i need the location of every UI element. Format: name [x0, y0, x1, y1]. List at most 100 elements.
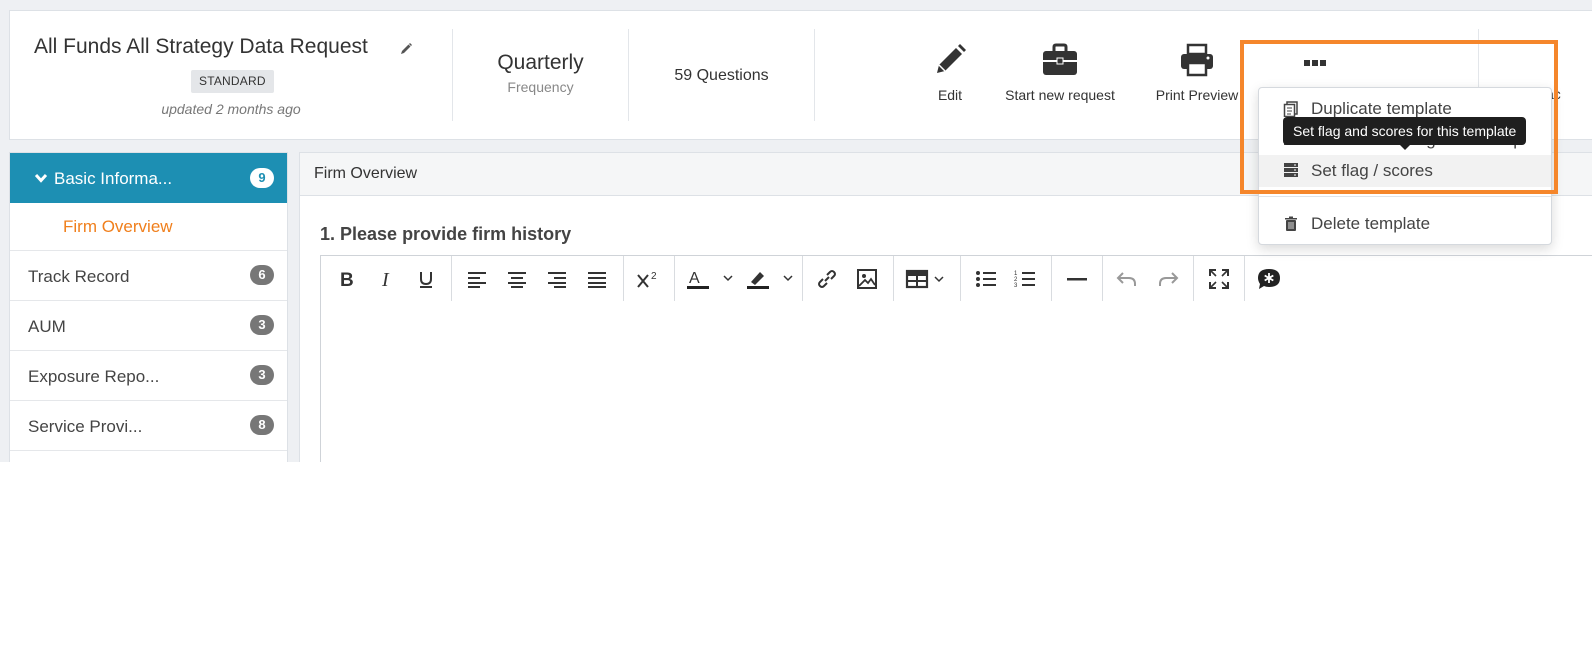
numbered-list-button[interactable]: 123 [1012, 266, 1038, 292]
pencil-icon [937, 44, 966, 73]
print-preview-button[interactable]: Print Preview [1147, 43, 1247, 103]
questions-block: 59 Questions [629, 11, 814, 139]
printer-icon [1181, 43, 1213, 77]
align-left-button[interactable] [464, 266, 490, 292]
align-right-icon [548, 272, 566, 288]
sidebar-item-label: Track Record [28, 267, 130, 286]
align-center-icon [508, 272, 526, 288]
edit-button[interactable]: Edit [920, 43, 980, 103]
section-title: Firm Overview [314, 165, 418, 182]
horizontal-rule-button[interactable] [1064, 266, 1090, 292]
svg-text:B: B [340, 270, 354, 289]
menu-divider [1259, 196, 1551, 197]
italic-button[interactable]: I [373, 266, 399, 292]
font-color-icon: A [687, 270, 733, 289]
font-color-button[interactable]: A [685, 266, 735, 292]
sidebar-item-basic-information[interactable]: Basic Informa... 9 [10, 153, 287, 203]
sidebar-item-label: Basic Informa... [54, 169, 173, 188]
question-count-badge: 3 [250, 315, 274, 335]
align-left-icon [468, 272, 486, 288]
print-preview-label: Print Preview [1155, 87, 1239, 103]
bulleted-list-button[interactable] [973, 266, 999, 292]
sidebar-item-service-providers[interactable]: Service Provi... 8 [10, 401, 287, 451]
sidebar-item-track-record[interactable]: Track Record 6 [10, 251, 287, 301]
redo-icon [1159, 272, 1179, 286]
sidebar-item-exposure-reporting[interactable]: Exposure Repo... 3 [10, 351, 287, 401]
rich-text-editor[interactable] [320, 301, 1592, 462]
menu-item-label: Delete template [1311, 214, 1431, 233]
updated-timestamp: updated 2 months ago [161, 101, 301, 117]
svg-text:I: I [381, 269, 390, 289]
undo-button[interactable] [1114, 266, 1140, 292]
insert-link-button[interactable] [814, 266, 840, 292]
sidebar-item-label: Exposure Repo... [28, 367, 160, 386]
toolbar-divider [960, 256, 961, 302]
sidebar-item-label: AUM [28, 317, 66, 336]
question-count-badge: 3 [250, 365, 274, 385]
fullscreen-button[interactable] [1206, 266, 1232, 292]
fullscreen-icon [1209, 269, 1229, 289]
comment-asterisk-icon [1258, 269, 1280, 289]
template-title: All Funds All Strategy Data Request [34, 35, 368, 58]
pencil-icon[interactable] [399, 42, 413, 56]
undo-icon [1116, 272, 1136, 286]
justify-button[interactable] [584, 266, 610, 292]
frequency-block: Quarterly Frequency [453, 11, 628, 139]
sidebar-item-aum[interactable]: AUM 3 [10, 301, 287, 351]
highlight-color-button[interactable] [745, 266, 795, 292]
question-text: 1. Please provide firm history [320, 224, 572, 244]
svg-text:2: 2 [651, 271, 657, 282]
insert-image-button[interactable] [854, 266, 880, 292]
sidebar-item-label: Service Provi... [28, 417, 143, 436]
question-count-badge: 8 [250, 415, 274, 435]
question-count: 59 Questions [674, 67, 769, 84]
title-block: All Funds All Strategy Data Request STAN… [10, 11, 452, 139]
align-justify-icon [588, 272, 606, 288]
image-icon [857, 269, 877, 289]
comment-button[interactable] [1256, 266, 1282, 292]
trash-icon [1285, 216, 1297, 231]
sidebar-subitem-firm-overview[interactable]: Firm Overview [10, 203, 287, 251]
frequency-label: Frequency [507, 79, 574, 95]
insert-table-button[interactable] [905, 266, 951, 292]
underline-icon [420, 272, 432, 288]
toolbar-divider [1051, 256, 1052, 302]
edit-label: Edit [937, 87, 963, 103]
frequency-value: Quarterly [497, 51, 584, 74]
superscript-button[interactable]: 2 [635, 266, 661, 292]
question-count-badge: 9 [250, 168, 274, 188]
briefcase-icon [1043, 43, 1077, 75]
menu-item-delete-template[interactable]: Delete template [1259, 209, 1551, 239]
bold-button[interactable]: B [333, 266, 359, 292]
bulleted-list-icon [976, 271, 996, 287]
start-new-request-label: Start new request [1005, 87, 1115, 103]
toolbar-divider [1102, 256, 1103, 302]
toolbar-divider [674, 256, 675, 302]
horizontal-rule-icon [1067, 278, 1087, 281]
numbered-list-icon: 123 [1014, 271, 1035, 289]
svg-text:A: A [689, 270, 700, 287]
italic-icon: I [381, 269, 390, 289]
redo-button[interactable] [1155, 266, 1181, 292]
app-window: All Funds All Strategy Data Request STAN… [0, 0, 1592, 462]
bold-icon: B [340, 270, 354, 289]
toolbar-divider [1193, 256, 1194, 302]
section-sidebar: Basic Informa... 9 Firm Overview Track R… [9, 152, 288, 462]
standard-badge: STANDARD [191, 70, 274, 93]
svg-text:3: 3 [1014, 283, 1018, 289]
toolbar-divider [623, 256, 624, 302]
chevron-down-icon [34, 173, 48, 183]
toolbar-divider [1244, 256, 1245, 302]
align-center-button[interactable] [504, 266, 530, 292]
toolbar-divider [802, 256, 803, 302]
underline-button[interactable] [413, 266, 439, 292]
highlighter-icon [747, 272, 793, 289]
question-count-badge: 6 [250, 265, 274, 285]
align-right-button[interactable] [544, 266, 570, 292]
superscript-icon: 2 [637, 271, 657, 288]
toolbar-divider [451, 256, 452, 302]
start-new-request-button[interactable]: Start new request [995, 43, 1125, 103]
table-icon [905, 269, 944, 289]
editor-toolbar: B I 2 A 1 2 3 [320, 255, 1592, 302]
divider [814, 29, 815, 121]
